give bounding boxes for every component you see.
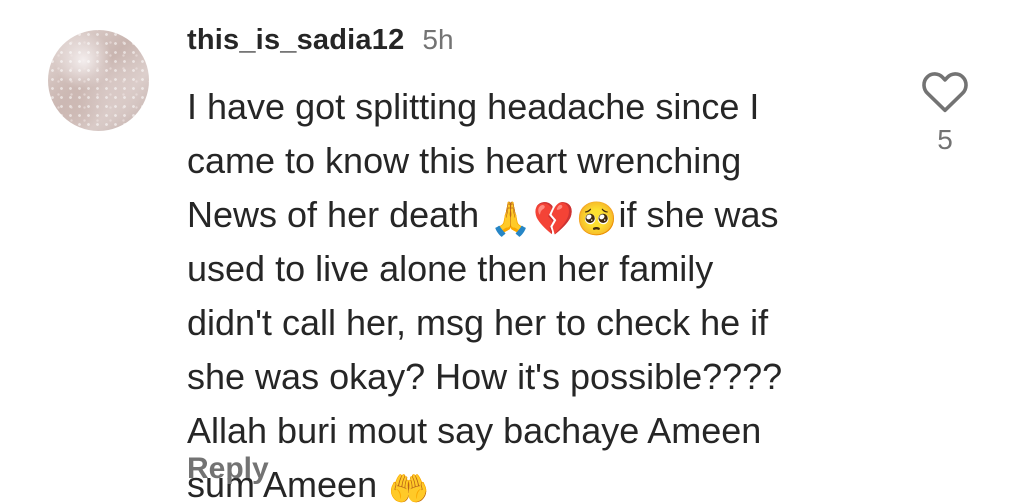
comment-line-text: News of her death: [187, 194, 490, 235]
comment-line: came to know this heart wrenching: [187, 140, 742, 181]
comment-line: News of her death 🙏💔🥺if she was: [187, 188, 887, 242]
broken-heart-emoji-icon: 💔: [533, 200, 575, 237]
comment: this_is_sadia12 5h I have got splitting …: [0, 0, 1024, 504]
heart-outline-icon: [922, 72, 968, 113]
comment-text: I have got splitting headache since I ca…: [187, 80, 887, 504]
comment-line: I have got splitting headache since I: [187, 86, 760, 127]
reply-button[interactable]: Reply: [187, 452, 269, 486]
comment-line: sum Ameen 🤲: [187, 458, 887, 504]
comment-line: used to live alone then her family: [187, 248, 714, 289]
pray-emoji-icon: 🙏: [490, 200, 532, 237]
comment-line: she was okay? How it's possible????: [187, 356, 783, 397]
like-button[interactable]: [918, 64, 972, 118]
comment-header: this_is_sadia12 5h: [187, 24, 454, 57]
pleading-face-emoji-icon: 🥺: [576, 200, 618, 237]
timestamp: 5h: [422, 24, 454, 55]
avatar[interactable]: [48, 30, 149, 131]
comment-line: Allah buri mout say bachaye Ameen: [187, 410, 762, 451]
username[interactable]: this_is_sadia12: [187, 24, 404, 57]
like-count: 5: [937, 124, 953, 155]
comment-line: didn't call her, msg her to check he if: [187, 302, 769, 343]
open-hands-emoji-icon: 🤲: [388, 470, 430, 504]
comment-line-text: if she was: [618, 194, 779, 235]
